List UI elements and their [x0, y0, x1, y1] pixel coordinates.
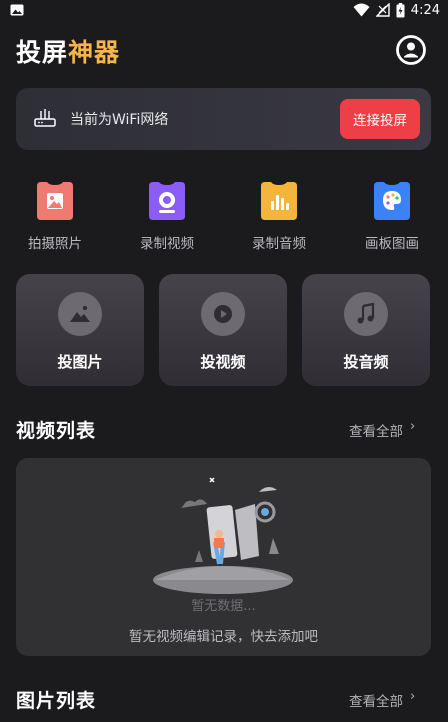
- quick-action-label: 录制音频: [252, 236, 306, 252]
- quick-action-record-audio[interactable]: 录制音频: [238, 180, 318, 252]
- audio-bars-icon: [261, 182, 297, 220]
- quick-action-label: 拍摄照片: [28, 236, 82, 252]
- user-circle-icon[interactable]: [395, 34, 427, 66]
- app-title: 投屏神器: [16, 33, 120, 69]
- camera-icon: [149, 182, 185, 220]
- image-icon: [58, 292, 102, 336]
- wifi-status-text: 当前为WiFi网络: [70, 112, 169, 128]
- app-title-part1: 投屏: [16, 38, 69, 67]
- cast-video-card[interactable]: 投视频: [159, 274, 287, 386]
- empty-state-title: 暂无数据...: [191, 599, 256, 614]
- empty-state-illustration: [153, 477, 293, 594]
- wifi-status-card: 当前为WiFi网络 连接投屏: [16, 88, 431, 150]
- video-list-title: 视频列表: [16, 420, 97, 442]
- connect-cast-button[interactable]: 连接投屏: [340, 99, 420, 139]
- cast-video-label: 投视频: [200, 353, 246, 371]
- gallery-notification-icon: [10, 4, 24, 16]
- cast-image-card[interactable]: 投图片: [16, 274, 144, 386]
- wifi-signal-icon: [353, 3, 370, 17]
- empty-state-description: 暂无视频编辑记录，快去添加吧: [129, 629, 318, 645]
- video-see-all-link[interactable]: 查看全部: [349, 420, 403, 440]
- cast-audio-label: 投音频: [343, 353, 389, 371]
- router-icon: [34, 109, 56, 127]
- photo-icon: [37, 182, 73, 220]
- cast-audio-card[interactable]: 投音频: [302, 274, 430, 386]
- palette-icon: [374, 182, 410, 220]
- cell-signal-icon: [375, 3, 390, 17]
- quick-action-take-photo[interactable]: 拍摄照片: [14, 180, 94, 252]
- quick-action-record-video[interactable]: 录制视频: [126, 180, 206, 252]
- chevron-right-icon[interactable]: ›: [410, 419, 415, 434]
- image-see-all-link[interactable]: 查看全部: [349, 690, 403, 710]
- battery-charging-icon: [396, 2, 405, 17]
- quick-action-drawing-board[interactable]: 画板图画: [351, 180, 431, 252]
- app-title-part2: 神器: [68, 38, 121, 67]
- cast-image-label: 投图片: [57, 353, 103, 371]
- image-list-title: 图片列表: [16, 690, 97, 712]
- quick-action-label: 录制视频: [140, 236, 194, 252]
- music-note-icon: [344, 292, 388, 336]
- quick-action-label: 画板图画: [365, 236, 419, 252]
- status-bar: 4:24: [0, 0, 448, 20]
- clock-time: 4:24: [410, 2, 440, 18]
- play-icon: [201, 292, 245, 336]
- chevron-right-icon[interactable]: ›: [410, 689, 415, 704]
- video-empty-state: 暂无数据... 暂无视频编辑记录，快去添加吧: [16, 458, 431, 656]
